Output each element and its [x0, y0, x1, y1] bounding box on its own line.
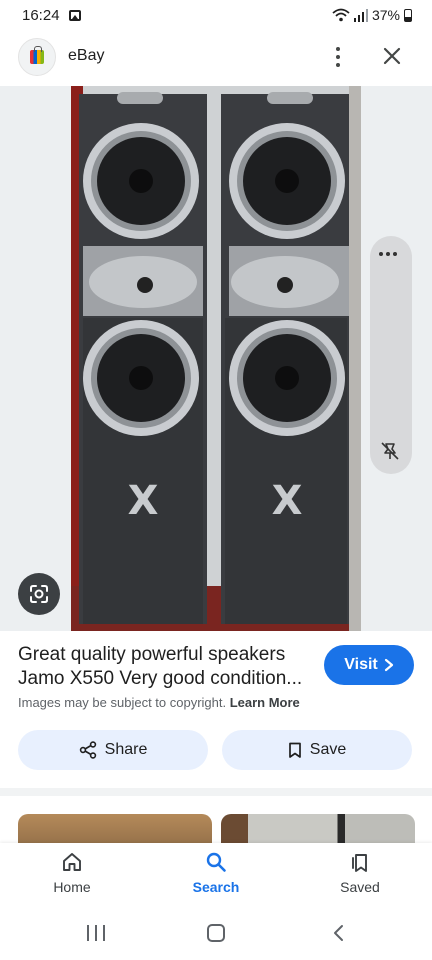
- image-viewer: X X: [0, 86, 432, 631]
- svg-text:X: X: [272, 478, 303, 524]
- ebay-bag-icon: [30, 46, 44, 64]
- learn-more-link[interactable]: Learn More: [230, 695, 300, 710]
- battery-icon: [404, 8, 412, 22]
- nav-home-label: Home: [53, 879, 91, 895]
- share-icon: [79, 741, 96, 759]
- home-icon: [63, 853, 81, 871]
- section-divider: [0, 788, 432, 796]
- bookmark-outline-icon: [288, 742, 301, 758]
- speaker-photo[interactable]: X X: [71, 86, 361, 631]
- visit-label: Visit: [344, 656, 378, 673]
- google-lens-button[interactable]: [18, 573, 60, 615]
- site-logo[interactable]: [18, 38, 56, 76]
- copyright-notice: Images may be subject to copyright. Lear…: [18, 695, 300, 710]
- share-label: Share: [104, 741, 148, 758]
- signal-icon: [353, 8, 368, 22]
- save-label: Save: [309, 741, 347, 758]
- system-navigation-bar: [0, 908, 432, 960]
- nav-home[interactable]: Home: [22, 851, 122, 903]
- nav-saved-label: Saved: [340, 879, 380, 895]
- lens-icon: [30, 585, 48, 603]
- image-notification-icon: [69, 10, 81, 21]
- app-bar: eBay: [0, 32, 432, 86]
- result-title[interactable]: Great quality powerful speakers Jamo X55…: [18, 643, 318, 691]
- svg-text:X: X: [128, 478, 159, 524]
- status-bar: 16:24 37%: [0, 0, 432, 32]
- nav-search-label: Search: [192, 879, 240, 895]
- status-indicators: 37%: [332, 7, 412, 23]
- nav-saved[interactable]: Saved: [310, 851, 410, 903]
- bookmark-icon: [352, 854, 367, 872]
- copyright-text: Images may be subject to copyright.: [18, 695, 230, 710]
- search-icon: [206, 852, 226, 872]
- more-vert-icon[interactable]: [328, 44, 348, 70]
- system-home-icon[interactable]: [207, 924, 225, 942]
- close-icon[interactable]: [380, 44, 404, 68]
- hide-panel-icon[interactable]: [379, 440, 401, 462]
- more-horiz-icon[interactable]: [379, 252, 397, 256]
- save-button[interactable]: Save: [222, 730, 412, 770]
- nav-search[interactable]: Search: [166, 851, 266, 903]
- site-name[interactable]: eBay: [68, 47, 104, 65]
- share-button[interactable]: Share: [18, 730, 208, 770]
- wifi-icon: [332, 8, 350, 22]
- side-panel[interactable]: [370, 236, 412, 474]
- battery-percent: 37%: [371, 7, 400, 23]
- bottom-navigation: Home Search Saved: [0, 843, 432, 908]
- visit-button[interactable]: Visit: [324, 645, 414, 685]
- recents-icon[interactable]: [87, 925, 105, 941]
- back-icon[interactable]: [330, 924, 348, 942]
- status-time: 16:24: [22, 7, 60, 24]
- chevron-right-icon: [384, 658, 393, 672]
